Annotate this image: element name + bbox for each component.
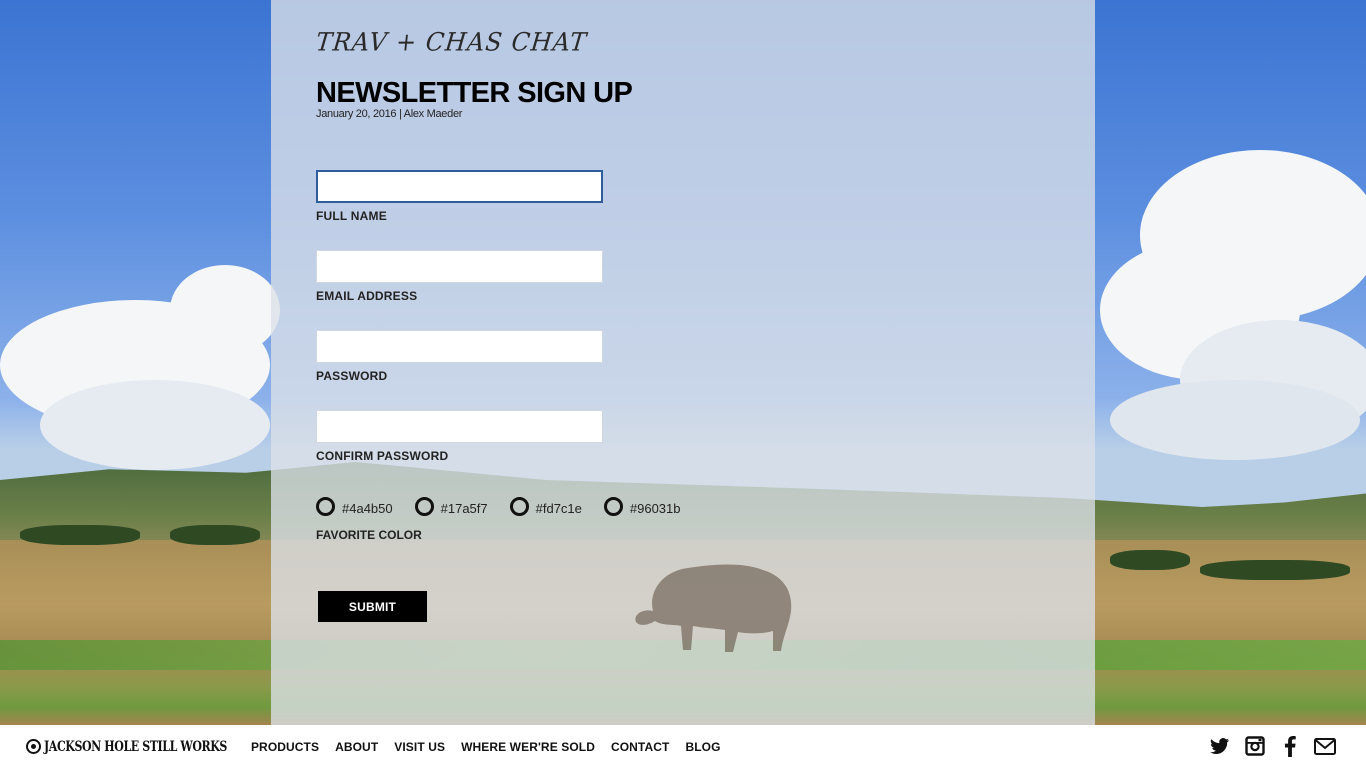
blog-title: TRAV + CHAS CHAT — [314, 27, 589, 57]
instagram-icon[interactable] — [1244, 735, 1266, 757]
submit-button[interactable]: SUBMIT — [318, 591, 427, 622]
confirm-password-label: CONFIRM PASSWORD — [316, 449, 449, 463]
bison-image — [635, 564, 792, 652]
color-option-label: #96031b — [629, 501, 681, 516]
radio-button[interactable] — [509, 497, 529, 516]
color-option-1[interactable]: #4a4b50 — [316, 497, 393, 516]
content-panel: TRAV + CHAS CHAT NEWSLETTER SIGN UP Janu… — [271, 0, 1095, 725]
footer-bar: JACKSON HOLE STILL WORKS PRODUCTS ABOUT … — [0, 725, 1366, 768]
full-name-label: FULL NAME — [316, 209, 387, 223]
email-group: EMAIL ADDRESS — [316, 250, 603, 303]
radio-button[interactable] — [603, 497, 623, 516]
color-option-label: #fd7c1e — [535, 501, 582, 516]
color-option-label: #4a4b50 — [342, 501, 393, 516]
email-label: EMAIL ADDRESS — [316, 289, 418, 303]
email-icon[interactable] — [1314, 735, 1336, 757]
logo-emblem-icon — [26, 739, 41, 754]
brand-logo[interactable]: JACKSON HOLE STILL WORKS — [26, 738, 227, 755]
color-option-label: #17a5f7 — [440, 501, 488, 516]
nav-item-products[interactable]: PRODUCTS — [251, 740, 319, 754]
confirm-password-input[interactable] — [316, 410, 603, 443]
favorite-color-options: #4a4b50 #17a5f7 #fd7c1e #96031b — [316, 497, 703, 516]
password-group: PASSWORD — [316, 330, 603, 383]
page-title: NEWSLETTER SIGN UP — [316, 77, 633, 109]
radio-button[interactable] — [316, 497, 335, 516]
nav-item-where-sold[interactable]: WHERE WER'RE SOLD — [461, 740, 595, 754]
color-option-3[interactable]: #fd7c1e — [509, 497, 582, 516]
color-option-2[interactable]: #17a5f7 — [414, 497, 488, 516]
full-name-input[interactable] — [316, 170, 603, 203]
password-input[interactable] — [316, 330, 603, 363]
nav-item-contact[interactable]: CONTACT — [611, 740, 669, 754]
nav-item-about[interactable]: ABOUT — [335, 740, 378, 754]
password-label: PASSWORD — [316, 369, 388, 383]
footer-nav: PRODUCTS ABOUT VISIT US WHERE WER'RE SOL… — [251, 740, 737, 754]
nav-item-blog[interactable]: BLOG — [685, 740, 720, 754]
post-meta: January 20, 2016 | Alex Maeder — [316, 108, 463, 120]
color-option-4[interactable]: #96031b — [603, 497, 681, 516]
email-input[interactable] — [316, 250, 603, 283]
nav-item-visit-us[interactable]: VISIT US — [394, 740, 445, 754]
radio-button[interactable] — [414, 497, 434, 516]
logo-text: JACKSON HOLE STILL WORKS — [44, 738, 227, 755]
social-links — [1196, 735, 1336, 757]
full-name-group: FULL NAME — [316, 170, 603, 223]
facebook-icon[interactable] — [1279, 735, 1301, 757]
twitter-icon[interactable] — [1209, 735, 1231, 757]
favorite-color-label: FAVORITE COLOR — [316, 528, 422, 542]
confirm-password-group: CONFIRM PASSWORD — [316, 410, 603, 463]
